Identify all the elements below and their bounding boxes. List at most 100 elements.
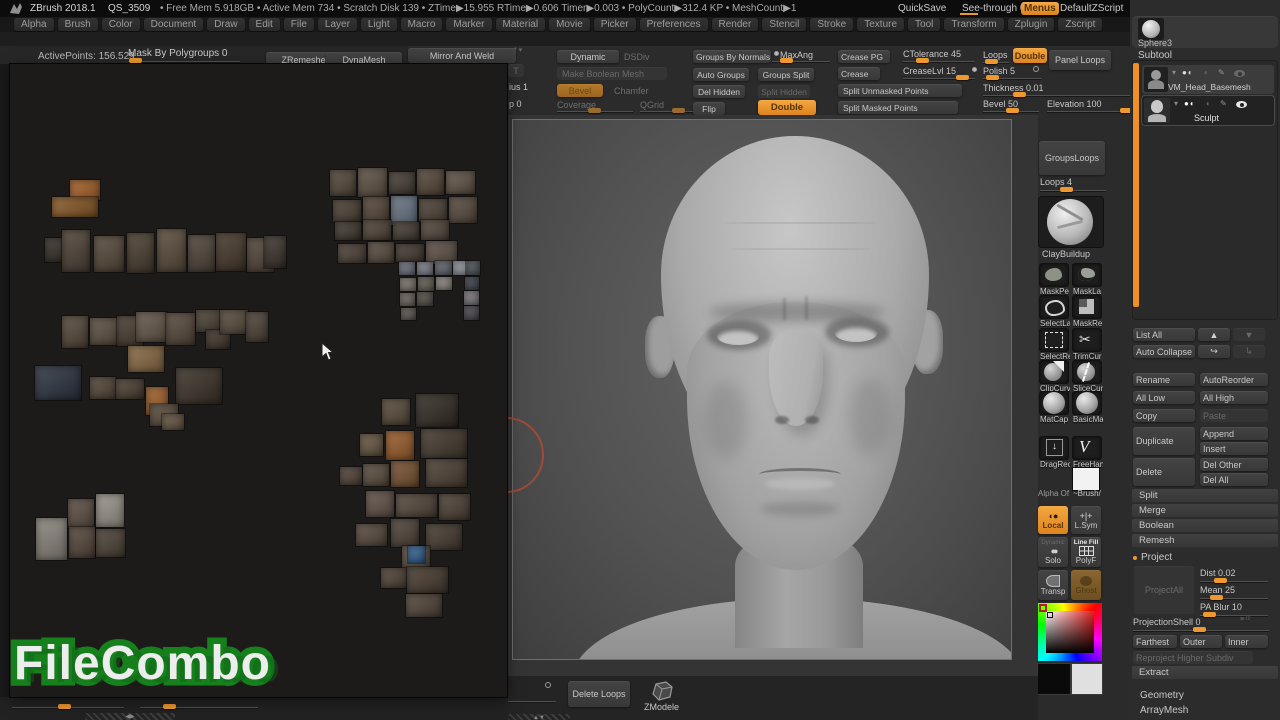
reference-thumbnail[interactable] bbox=[216, 233, 246, 271]
menus-button[interactable]: Menus bbox=[1021, 2, 1059, 15]
reference-thumbnail[interactable] bbox=[90, 318, 118, 345]
section-extract[interactable]: Extract bbox=[1132, 666, 1278, 679]
reference-thumbnail[interactable] bbox=[264, 236, 286, 268]
reference-thumbnail[interactable] bbox=[386, 431, 414, 460]
reference-thumbnail[interactable] bbox=[335, 222, 361, 240]
section-boolean[interactable]: Boolean bbox=[1132, 519, 1278, 532]
reference-thumbnail[interactable] bbox=[127, 233, 154, 273]
color-picker-hue-marker[interactable] bbox=[1039, 604, 1047, 612]
pa-blur-slider-label[interactable]: PA Blur 10 bbox=[1200, 602, 1242, 612]
elevation-slider-label[interactable]: Elevation 100 bbox=[1047, 99, 1102, 109]
reference-thumbnail[interactable] bbox=[363, 464, 389, 486]
stroke-freehand-button[interactable]: V FreeHan bbox=[1073, 437, 1103, 469]
section-split[interactable]: Split bbox=[1132, 489, 1278, 502]
hidden-panel-track[interactable] bbox=[508, 701, 556, 702]
all-low-button[interactable]: All Low bbox=[1133, 391, 1195, 404]
main-color-swatch[interactable] bbox=[1038, 664, 1070, 694]
append-button[interactable]: Append bbox=[1200, 427, 1268, 440]
section-geometry[interactable]: Geometry bbox=[1140, 690, 1184, 701]
reference-thumbnail[interactable] bbox=[408, 546, 425, 563]
all-high-button[interactable]: All High bbox=[1200, 391, 1268, 404]
creaselvl-slider-label[interactable]: CreaseLvl 15 bbox=[903, 66, 956, 76]
viewport[interactable] bbox=[508, 115, 1038, 676]
reference-thumbnail[interactable] bbox=[416, 394, 458, 427]
reference-thumbnail[interactable] bbox=[176, 368, 222, 404]
menu-tool[interactable]: Tool bbox=[908, 18, 940, 31]
loops-count-track[interactable] bbox=[1040, 190, 1106, 191]
coverage-handle[interactable] bbox=[588, 108, 601, 113]
menu-stencil[interactable]: Stencil bbox=[762, 18, 806, 31]
reference-thumbnail[interactable] bbox=[246, 312, 268, 342]
menu-layer[interactable]: Layer bbox=[318, 18, 357, 31]
reference-thumbnail[interactable] bbox=[162, 414, 184, 430]
reference-thumbnail[interactable] bbox=[418, 277, 434, 291]
delete-button[interactable]: Delete bbox=[1133, 458, 1195, 486]
pa-blur-handle[interactable] bbox=[1203, 612, 1216, 617]
creaselvl-handle[interactable] bbox=[956, 75, 969, 80]
hidden-panel-toggle-circle[interactable] bbox=[545, 682, 551, 688]
reference-thumbnail[interactable] bbox=[62, 316, 88, 348]
reference-thumbnail[interactable] bbox=[391, 519, 419, 547]
brush-cell-trimcur[interactable]: ✂TrimCur bbox=[1073, 329, 1103, 361]
reference-thumbnail[interactable] bbox=[393, 222, 419, 240]
insert-button[interactable]: Insert bbox=[1200, 442, 1268, 455]
qgrid-slider-label[interactable]: QGrid bbox=[640, 100, 664, 110]
split-masked-points-button[interactable]: Split Masked Points bbox=[838, 101, 958, 114]
groups-loops-button[interactable]: GroupsLoops bbox=[1039, 141, 1105, 175]
reference-thumbnail[interactable] bbox=[368, 242, 394, 263]
collapse-arrow-button[interactable]: ↪ bbox=[1198, 345, 1230, 358]
reference-thumbnail[interactable] bbox=[136, 312, 167, 342]
reference-thumbnail[interactable] bbox=[435, 261, 452, 275]
reference-thumbnail[interactable] bbox=[358, 168, 387, 197]
alpha-texture-thumb[interactable] bbox=[1073, 468, 1099, 490]
dist-slider-label[interactable]: Dist 0.02 bbox=[1200, 568, 1236, 578]
reference-thumbnail[interactable] bbox=[406, 594, 442, 617]
reference-thumbnail[interactable] bbox=[96, 529, 125, 557]
menu-movie[interactable]: Movie bbox=[549, 18, 590, 31]
reference-thumbnail[interactable] bbox=[188, 235, 215, 272]
reference-thumbnail[interactable] bbox=[399, 262, 415, 275]
section-arraymesh[interactable]: ArrayMesh bbox=[1140, 705, 1188, 716]
mean-handle[interactable] bbox=[1210, 595, 1223, 600]
reference-thumbnail[interactable] bbox=[69, 527, 95, 558]
reference-thumbnail[interactable] bbox=[465, 277, 479, 290]
menu-light[interactable]: Light bbox=[361, 18, 397, 31]
color-picker-sv-square[interactable] bbox=[1046, 611, 1094, 653]
reference-thumbnail[interactable] bbox=[366, 491, 394, 517]
ctolerance-handle[interactable] bbox=[916, 58, 929, 63]
reference-thumbnail[interactable] bbox=[401, 308, 416, 320]
reference-thumbnail[interactable] bbox=[333, 200, 361, 222]
color-picker[interactable] bbox=[1038, 603, 1102, 661]
reference-thumbnail[interactable] bbox=[96, 494, 124, 527]
current-tool-box[interactable]: Sphere3 bbox=[1132, 16, 1278, 48]
lsym-button[interactable]: +|+ L.Sym bbox=[1071, 506, 1101, 534]
reference-thumbnail[interactable] bbox=[466, 261, 480, 275]
reference-thumbnail[interactable] bbox=[421, 429, 467, 458]
reference-thumbnail[interactable] bbox=[360, 434, 383, 456]
bevel-toggle[interactable]: Bevel bbox=[557, 84, 603, 97]
thickness-handle[interactable] bbox=[1013, 92, 1026, 97]
polish-handle[interactable] bbox=[986, 75, 999, 80]
current-brush-thumb[interactable] bbox=[1039, 197, 1103, 247]
menu-file[interactable]: File bbox=[284, 18, 314, 31]
reference-thumbnail[interactable] bbox=[439, 494, 470, 520]
menu-zscript[interactable]: Zscript bbox=[1058, 18, 1102, 31]
reference-thumbnail[interactable] bbox=[464, 291, 479, 305]
menu-edit[interactable]: Edit bbox=[249, 18, 280, 31]
menu-preferences[interactable]: Preferences bbox=[640, 18, 708, 31]
split-unmasked-points-button[interactable]: Split Unmasked Points bbox=[838, 84, 962, 97]
copy-button[interactable]: Copy bbox=[1133, 409, 1195, 422]
auto-reorder-button[interactable]: AutoReorder bbox=[1200, 373, 1268, 386]
reference-thumbnail[interactable] bbox=[36, 518, 67, 560]
mask-by-polygroups-slider-label[interactable]: Mask By Polygroups 0 bbox=[128, 48, 228, 59]
reference-thumbnail[interactable] bbox=[68, 499, 94, 528]
reference-thumbnail[interactable] bbox=[391, 461, 419, 487]
dist-track[interactable] bbox=[1200, 581, 1268, 582]
subtool-item-vm-head-basemesh[interactable]: ▾ ●◐ ◐ ✎ VM_Head_Basemesh bbox=[1142, 65, 1274, 94]
mean-slider-label[interactable]: Mean 25 bbox=[1200, 585, 1235, 595]
dsdiv-slider[interactable]: DSDiv bbox=[624, 52, 650, 62]
section-project[interactable]: Project bbox=[1141, 552, 1172, 563]
brush-cell-clipcurv[interactable]: ClipCurv bbox=[1040, 361, 1070, 393]
reference-thumbnail[interactable] bbox=[52, 197, 98, 217]
menu-transform[interactable]: Transform bbox=[944, 18, 1003, 31]
